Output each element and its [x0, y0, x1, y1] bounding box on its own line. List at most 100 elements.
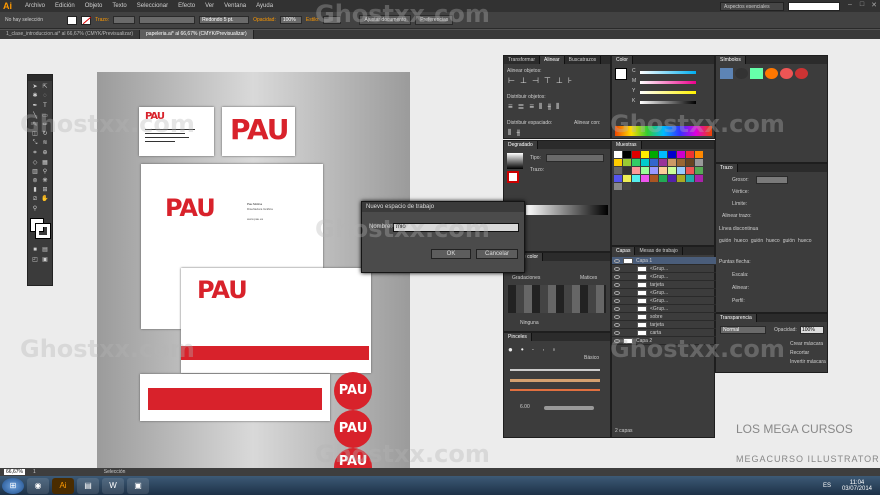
stroke-icon[interactable] — [35, 223, 51, 239]
blend-mode-select[interactable]: Normal — [720, 326, 766, 334]
swatch[interactable] — [668, 151, 676, 158]
swatch[interactable] — [614, 175, 622, 182]
invert-mask-checkbox[interactable]: Invertir máscara — [790, 359, 826, 365]
swatch[interactable] — [695, 167, 703, 174]
swatch[interactable] — [677, 167, 685, 174]
menu-ventana[interactable]: Ventana — [219, 3, 251, 9]
ok-button[interactable]: OK — [431, 249, 471, 259]
swatch[interactable] — [695, 175, 703, 182]
layer-row[interactable]: <Grup... — [612, 265, 716, 273]
swatch[interactable] — [695, 151, 703, 158]
swatch[interactable] — [668, 159, 676, 166]
color-spectrum[interactable] — [615, 126, 712, 136]
page-number[interactable]: 1 — [33, 469, 36, 475]
menu-ver[interactable]: Ver — [200, 3, 219, 9]
swatch[interactable] — [659, 167, 667, 174]
swatch[interactable] — [641, 175, 649, 182]
swatch[interactable] — [650, 151, 658, 158]
brush-dots[interactable]: ●•·∙◦ — [508, 345, 563, 354]
dash-fields[interactable]: guión hueco guión hueco guión hueco — [719, 238, 812, 244]
swatch[interactable] — [614, 151, 622, 158]
tab-pinceles[interactable]: Pinceles — [504, 333, 532, 341]
visibility-eye-icon[interactable] — [614, 266, 620, 271]
swatch[interactable] — [632, 159, 640, 166]
swatch[interactable] — [641, 167, 649, 174]
stroke-weight[interactable] — [113, 16, 136, 24]
layer-row[interactable]: sobre — [612, 313, 716, 321]
layer-row[interactable]: tarjeta — [612, 281, 716, 289]
layer-row[interactable]: <Grup... — [612, 305, 716, 313]
sticker-1[interactable]: PAU — [334, 372, 372, 410]
fill-stroke-widget[interactable] — [28, 216, 52, 244]
symbol-sprayer-icon[interactable]: ❋ — [40, 177, 50, 186]
tab-transformar[interactable]: Transformar — [504, 56, 541, 64]
tab-trazo[interactable]: Trazo — [716, 164, 738, 172]
tab-papeleria[interactable]: papeleria.ai* al 66,67% (CMYK/Previsuali… — [140, 30, 254, 39]
layer-row[interactable]: <Grup... — [612, 289, 716, 297]
menu-texto[interactable]: Texto — [107, 3, 131, 9]
line-icon[interactable]: ╲ — [30, 112, 40, 121]
gradation-grid[interactable] — [508, 285, 606, 313]
swatch[interactable] — [659, 175, 667, 182]
business-card-front[interactable]: PAU — [222, 107, 295, 156]
gradient-preview[interactable] — [507, 153, 523, 169]
sticker-2[interactable]: PAU — [334, 410, 372, 448]
gradient-slider[interactable] — [526, 205, 608, 215]
visibility-eye-icon[interactable] — [614, 330, 620, 335]
zoom-icon[interactable]: ⚲ — [30, 205, 40, 214]
paintbrush-icon[interactable]: ✎ — [30, 121, 40, 130]
word-icon[interactable]: W — [102, 477, 124, 494]
cancel-button[interactable]: Cancelar — [476, 249, 518, 259]
menu-archivo[interactable]: Archivo — [20, 3, 50, 9]
swatch[interactable] — [677, 175, 685, 182]
gradient-icon[interactable]: ▥ — [30, 168, 40, 177]
letter-strip[interactable] — [140, 374, 330, 421]
folder-icon[interactable]: ▤ — [77, 477, 99, 494]
swatch[interactable] — [695, 159, 703, 166]
minimize-icon[interactable]: – — [844, 1, 856, 11]
tab-muestras[interactable]: Muestras — [612, 141, 642, 149]
transparency-opacity-field[interactable]: 100% — [800, 326, 824, 334]
swatch[interactable] — [650, 167, 658, 174]
symbol-item[interactable] — [780, 68, 793, 79]
swatch[interactable] — [623, 183, 631, 190]
tab-buscatrazos[interactable]: Buscatrazos — [565, 56, 602, 64]
language-indicator[interactable]: ES — [823, 483, 831, 489]
swatch[interactable] — [668, 167, 676, 174]
stroke-profile[interactable] — [139, 16, 196, 24]
visibility-eye-icon[interactable] — [614, 322, 620, 327]
layer-row[interactable]: <Grup... — [612, 273, 716, 281]
free-transform-icon[interactable]: ⌗ — [30, 150, 40, 159]
magic-wand-icon[interactable]: ✱ — [30, 92, 40, 101]
swatch[interactable] — [623, 167, 631, 174]
pen-icon[interactable]: ✒ — [30, 102, 40, 111]
lasso-icon[interactable]: ◌ — [40, 93, 50, 102]
document-setup-button[interactable]: Ajustar documento — [359, 15, 412, 25]
visibility-eye-icon[interactable] — [614, 338, 620, 343]
tab-simbolos[interactable]: Símbolos — [716, 56, 746, 64]
make-mask-button[interactable]: Crear máscara — [790, 341, 823, 347]
tab-intro[interactable]: 1_clase_introduccion.ai* al 66,67% (CMYK… — [0, 30, 141, 39]
artboard-icon[interactable]: ⊞ — [40, 186, 50, 195]
symbols-grid[interactable] — [720, 68, 808, 79]
color-fill-icon[interactable] — [615, 68, 627, 80]
swatch[interactable] — [686, 151, 694, 158]
brush-stroke[interactable] — [510, 369, 600, 371]
clip-checkbox[interactable]: Recortar — [790, 350, 809, 356]
swatch[interactable] — [677, 159, 685, 166]
selection-tool-icon[interactable]: ➤ — [30, 83, 40, 92]
slider-m[interactable] — [640, 81, 696, 84]
symbol-item[interactable] — [765, 68, 778, 79]
visibility-eye-icon[interactable] — [614, 258, 620, 263]
swatch[interactable] — [641, 159, 649, 166]
swatch[interactable] — [677, 151, 685, 158]
menu-ayuda[interactable]: Ayuda — [251, 3, 278, 9]
symbol-item[interactable] — [735, 68, 748, 79]
layer-row[interactable]: tarjeta — [612, 321, 716, 329]
draw-normal-icon[interactable]: ◰ — [30, 256, 40, 265]
align-buttons[interactable]: ⊢⊥⊣⊤⊥⊦ — [508, 76, 577, 85]
slider-y[interactable] — [640, 91, 696, 94]
gradient-type-select[interactable] — [546, 154, 604, 162]
perspective-icon[interactable]: ◇ — [30, 159, 40, 168]
visibility-eye-icon[interactable] — [614, 282, 620, 287]
